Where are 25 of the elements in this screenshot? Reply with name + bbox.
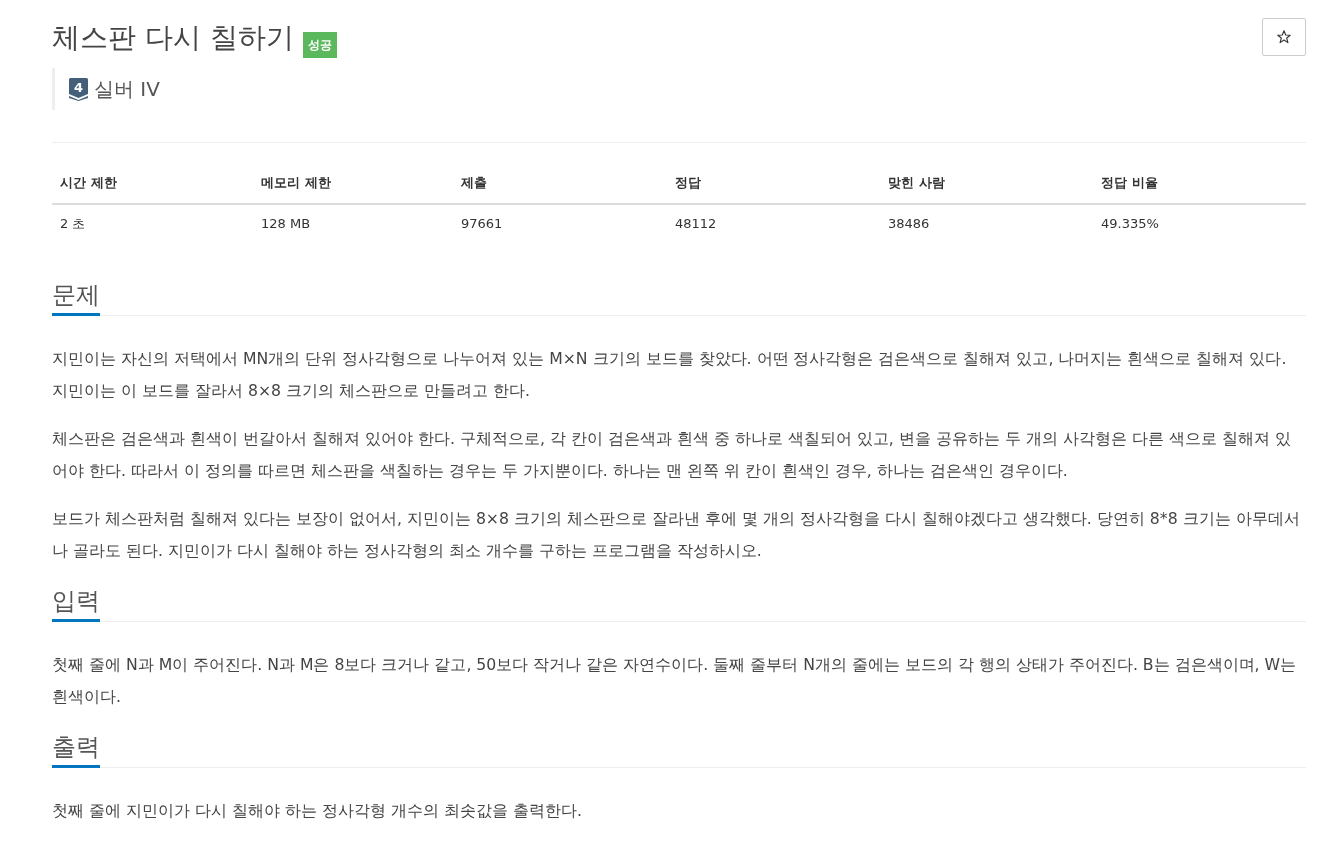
paragraph: 첫째 줄에 지민이가 다시 칠해야 하는 정사각형 개수의 최솟값을 출력한다. — [52, 800, 583, 822]
section-heading: 문제 — [52, 279, 100, 316]
paragraph: 첫째 줄에 N과 M이 주어진다. N과 M은 8보다 크거나 같고, 50보다 작거나 같은 자연수이다. 둘째 줄부터 N개의 줄에는 보드의 각 행의 상태가 주어진다. B는 검은색이며, W는 흰색이다. — [52, 654, 1298, 708]
table-cell: 2 초 — [52, 204, 253, 242]
section-heading: 출력 — [52, 731, 100, 768]
paragraph: 지민이는 자신의 저택에서 MN개의 단위 정사각형으로 나누어져 있는 M×N 크기의 보드를 찾았다. 어떤 정사각형은 검은색으로 칠해져 있고, 나머지는 흰색으로 칠해져 있다. 지민이는 이 보드를 잘라서 8×8 크기의 체스판으로 만들려고 한다. — [52, 348, 1288, 402]
section-heading: 입력 — [52, 585, 100, 622]
tier-shield-icon: 4 — [69, 77, 88, 101]
favorite-button[interactable] — [1262, 18, 1306, 56]
column-header: 정답 비율 — [1093, 163, 1306, 204]
column-header: 제출 — [453, 163, 667, 204]
table-cell: 38486 — [880, 204, 1093, 242]
status-label: 성공 — [302, 32, 337, 58]
table-cell: 48112 — [667, 204, 880, 242]
table-cell: 97661 — [453, 204, 667, 242]
table-cell: 49.335% — [1093, 204, 1306, 242]
problem-title: 체스판 다시 칠하기 — [52, 20, 294, 56]
paragraph: 체스판은 검은색과 흰색이 번갈아서 칠해져 있어야 한다. 구체적으로, 각 칸이 검은색과 흰색 중 하나로 색칠되어 있고, 변을 공유하는 두 개의 사각형은 다른 색으로 칠해져 있어야 한다. 따라서 이 정의를 따르면 체스판을 색칠하는 경우는 두 가지뿐이다. 하나는 맨 왼쪽 위 칸이 흰색인 경우, 하나는 검은색인 경우이다. — [52, 428, 1292, 482]
column-header: 맞힌 사람 — [880, 163, 1093, 204]
column-header: 시간 제한 — [52, 163, 253, 204]
column-header: 메모리 제한 — [253, 163, 453, 204]
paragraph: 보드가 체스판처럼 칠해져 있다는 보장이 없어서, 지민이는 8×8 크기의 체스판으로 잘라낸 후에 몇 개의 정사각형을 다시 칠해야겠다고 생각했다. 당연히 8*8 크기는 아무데서나 골라도 된다. 지민이가 다시 칠해야 하는 정사각형의 최소 개수를 구하는 프로그램을 작성하시오. — [52, 508, 1301, 562]
column-header: 정답 — [667, 163, 880, 204]
tier-label: 실버 IV — [94, 77, 160, 101]
table-cell: 128 MB — [253, 204, 453, 242]
